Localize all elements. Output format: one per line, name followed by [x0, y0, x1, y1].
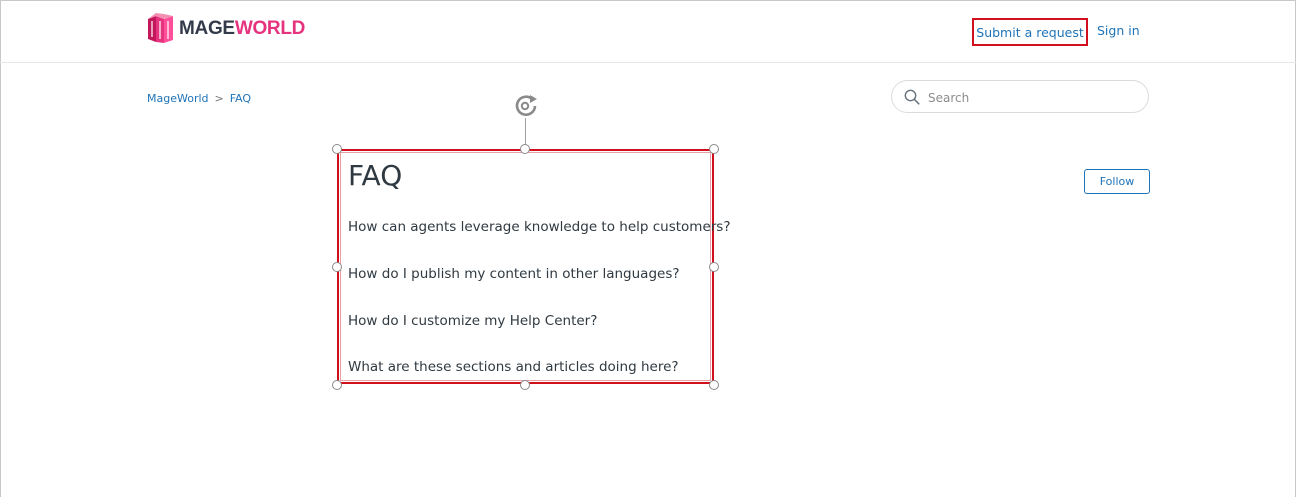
- breadcrumb-item-mageworld[interactable]: MageWorld: [147, 92, 209, 105]
- logo-text: MAGEWORLD: [179, 18, 306, 39]
- site-header: MAGEWORLD Submit a request Sign in: [0, 0, 1296, 63]
- submit-request-button[interactable]: Submit a request: [972, 18, 1088, 46]
- breadcrumb: MageWorld > FAQ: [147, 92, 251, 105]
- resize-handle-top-left[interactable]: [332, 144, 342, 154]
- resize-handle-top-center[interactable]: [520, 144, 530, 154]
- search-input[interactable]: [926, 87, 1140, 109]
- resize-handle-bottom-left[interactable]: [332, 380, 342, 390]
- search-box[interactable]: [891, 80, 1149, 113]
- mageworld-logo-icon: [148, 13, 173, 43]
- article-link[interactable]: How can agents leverage knowledge to hel…: [348, 219, 731, 235]
- resize-handle-bottom-right[interactable]: [709, 380, 719, 390]
- breadcrumb-item-faq[interactable]: FAQ: [230, 92, 251, 105]
- resize-handle-bottom-center[interactable]: [520, 380, 530, 390]
- article-link[interactable]: How do I customize my Help Center?: [348, 313, 597, 329]
- article-link[interactable]: What are these sections and articles doi…: [348, 359, 679, 375]
- sign-in-link[interactable]: Sign in: [1097, 23, 1140, 38]
- breadcrumb-separator: >: [214, 92, 224, 105]
- mageworld-logo[interactable]: MAGEWORLD: [146, 12, 305, 46]
- article-link[interactable]: How do I publish my content in other lan…: [348, 266, 680, 282]
- resize-handle-top-right[interactable]: [709, 144, 719, 154]
- resize-handle-middle-right[interactable]: [709, 262, 719, 272]
- resize-handle-middle-left[interactable]: [332, 262, 342, 272]
- follow-button[interactable]: Follow: [1084, 169, 1150, 194]
- search-icon: [904, 89, 920, 105]
- page-title: FAQ: [348, 159, 403, 192]
- rotate-icon[interactable]: [511, 93, 541, 119]
